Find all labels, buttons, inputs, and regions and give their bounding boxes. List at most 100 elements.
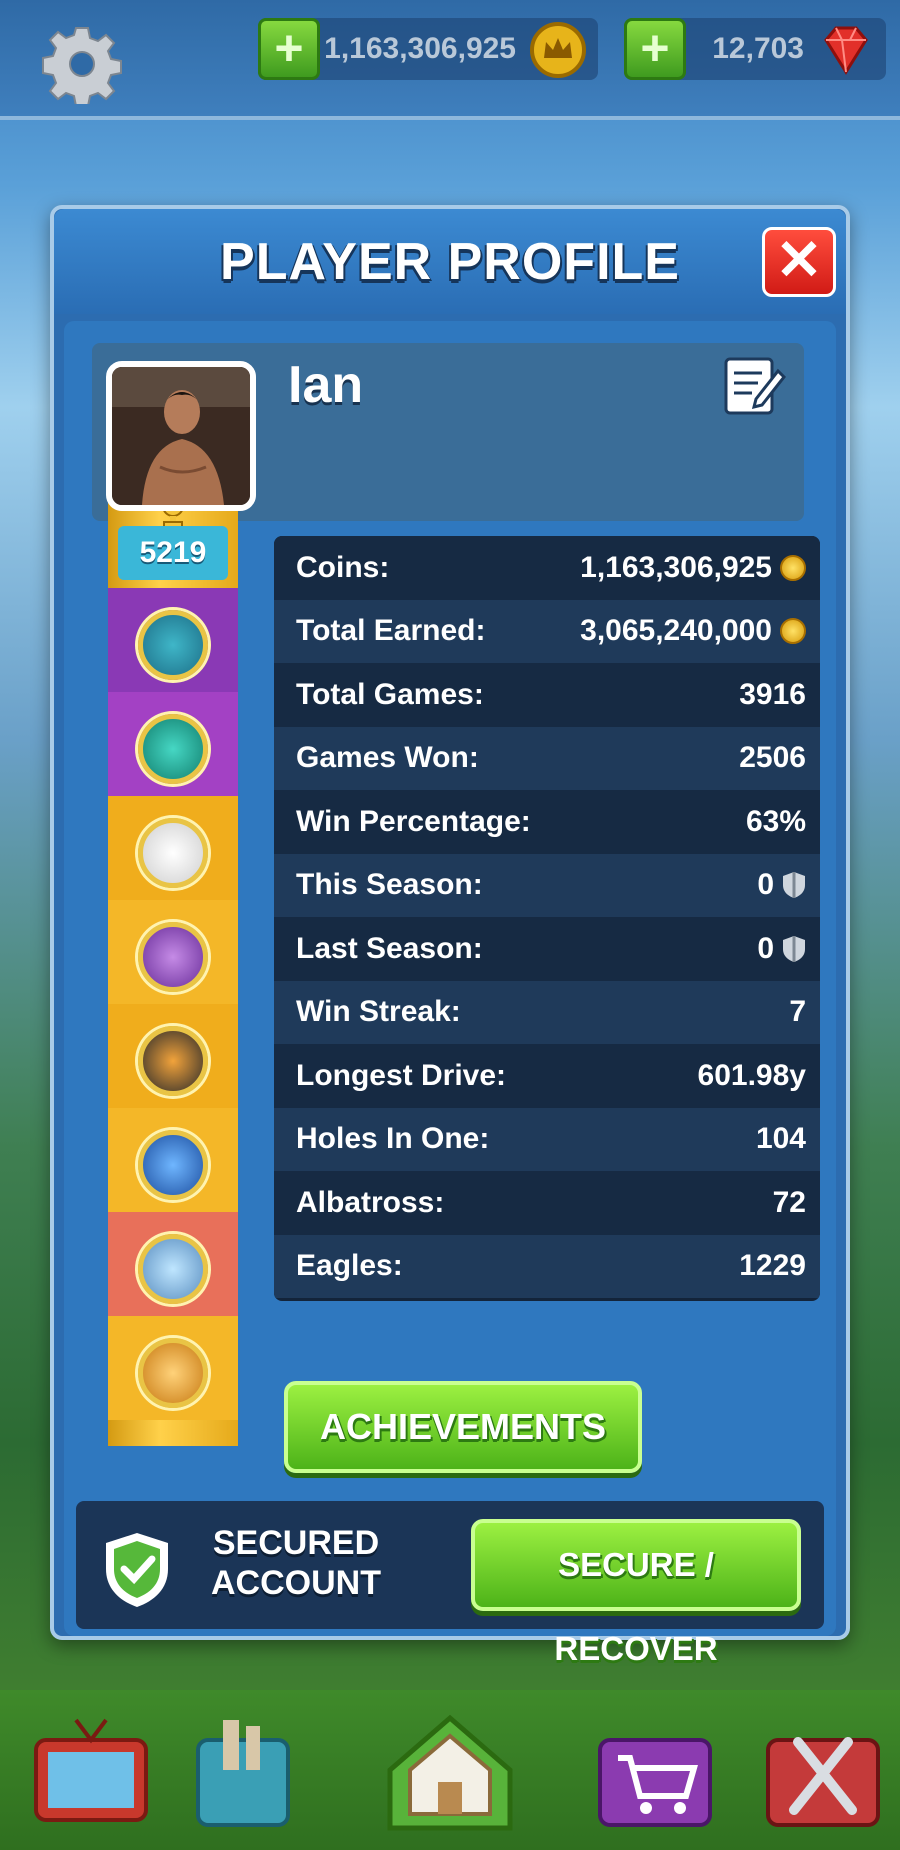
clubs-tab-icon[interactable] bbox=[758, 1710, 888, 1835]
soccer-ball-icon bbox=[138, 818, 208, 888]
crown-coin-icon bbox=[530, 22, 586, 78]
stat-value: 2506 bbox=[739, 741, 806, 775]
tier-medal-icon bbox=[138, 714, 208, 784]
stat-label: Total Earned: bbox=[296, 614, 486, 648]
gem-balance-value: 12,703 bbox=[712, 32, 804, 65]
rank-tier bbox=[108, 1108, 238, 1212]
tv-rewards-tab-icon[interactable] bbox=[26, 1710, 156, 1835]
shop-cart-tab-icon[interactable] bbox=[590, 1710, 720, 1835]
stat-value-cell: 1229 bbox=[739, 1248, 806, 1284]
stat-row: Win Streak: 7 bbox=[274, 980, 820, 1044]
stat-label: Eagles: bbox=[296, 1249, 403, 1283]
stat-value-cell: 601.98y bbox=[698, 1058, 806, 1094]
dialog-title: PLAYER PROFILE bbox=[220, 233, 680, 291]
stat-label: Win Percentage: bbox=[296, 804, 531, 838]
stat-row: Holes In One: 104 bbox=[274, 1107, 820, 1171]
secured-label-line2: ACCOUNT bbox=[211, 1564, 381, 1602]
league-shield-icon bbox=[783, 872, 805, 899]
home-tab-icon[interactable] bbox=[380, 1710, 520, 1835]
coin-balance: + 1,163,306,925 bbox=[258, 18, 598, 80]
coin-balance-value: 1,163,306,925 bbox=[324, 32, 516, 65]
stat-label: Holes In One: bbox=[296, 1122, 490, 1156]
account-security-panel: SECURED ACCOUNT SECURE / RECOVER bbox=[76, 1501, 824, 1667]
bottom-navigation bbox=[0, 1690, 900, 1850]
rank-tier bbox=[108, 1004, 238, 1108]
tier-medal-icon bbox=[138, 1338, 208, 1408]
stat-value: 1229 bbox=[739, 1249, 806, 1283]
player-name: Ian bbox=[288, 356, 364, 414]
stat-value: 7 bbox=[789, 995, 806, 1029]
stat-row: Longest Drive: 601.98y bbox=[274, 1044, 820, 1108]
stat-row: Total Earned: 3,065,240,000 bbox=[274, 599, 820, 663]
stat-value: 0 bbox=[757, 868, 774, 902]
rank-tier bbox=[108, 1316, 238, 1420]
stat-row: Total Games: 3916 bbox=[274, 663, 820, 727]
close-button[interactable]: ✕ bbox=[762, 227, 836, 297]
settings-gear-icon[interactable] bbox=[42, 24, 122, 104]
stat-row: This Season: 0 bbox=[274, 853, 820, 917]
rank-tier bbox=[108, 588, 238, 692]
stat-row: Coins: 1,163,306,925 bbox=[274, 536, 820, 600]
dialog-body: Ian 5219 Coins: 1,163,306,925 Total Earn… bbox=[64, 321, 836, 1667]
edit-profile-icon[interactable] bbox=[722, 353, 786, 417]
trophy-count: 5219 bbox=[118, 526, 228, 580]
tier-medal-icon bbox=[138, 922, 208, 992]
stat-row: Last Season: 0 bbox=[274, 917, 820, 981]
rank-tier bbox=[108, 1212, 238, 1316]
star-medal-icon bbox=[138, 1026, 208, 1096]
secured-account-label: SECURED ACCOUNT bbox=[206, 1523, 386, 1603]
player-profile-dialog: PLAYER PROFILE ✕ Ian 5219 Coins: 1,163,3… bbox=[50, 205, 850, 1667]
stat-label: Games Won: bbox=[296, 741, 479, 775]
stat-row: Win Percentage: 63% bbox=[274, 790, 820, 854]
dialog-header: PLAYER PROFILE ✕ bbox=[54, 209, 846, 314]
wings-medal-icon bbox=[138, 1234, 208, 1304]
stat-value: 3916 bbox=[739, 677, 806, 711]
gem-icon bbox=[824, 26, 868, 75]
gem-balance: + 12,703 bbox=[624, 18, 886, 80]
stat-row: Games Won: 2506 bbox=[274, 726, 820, 790]
top-bar: + 1,163,306,925 + 12,703 bbox=[0, 0, 900, 120]
rank-tier bbox=[108, 692, 238, 796]
stat-value: 63% bbox=[745, 804, 806, 838]
stat-label: This Season: bbox=[296, 868, 483, 902]
avatar-photo bbox=[112, 367, 250, 505]
coin-icon bbox=[780, 554, 806, 581]
stat-row: Eagles: 1229 bbox=[274, 1234, 820, 1298]
stat-value-cell: 0 bbox=[757, 867, 806, 903]
stat-value: 3,065,240,000 bbox=[580, 614, 772, 648]
buy-gems-button[interactable]: + bbox=[624, 18, 686, 80]
stat-value-cell: 72 bbox=[773, 1185, 806, 1221]
stat-value: 104 bbox=[755, 1122, 806, 1156]
coin-icon bbox=[780, 618, 806, 645]
tier-medal-icon bbox=[138, 610, 208, 680]
stat-row: Albatross: 72 bbox=[274, 1171, 820, 1235]
stat-label: Albatross: bbox=[296, 1185, 445, 1219]
golf-bag-tab-icon[interactable] bbox=[178, 1710, 308, 1835]
stat-label: Total Games: bbox=[296, 677, 484, 711]
stat-value-cell: 7 bbox=[789, 994, 806, 1030]
player-avatar[interactable] bbox=[106, 361, 256, 511]
league-shield-icon bbox=[783, 935, 805, 962]
stat-label: Coins: bbox=[296, 550, 390, 584]
achievements-button[interactable]: ACHIEVEMENTS bbox=[284, 1381, 642, 1473]
secure-recover-button[interactable]: SECURE / RECOVER bbox=[471, 1519, 801, 1667]
stat-label: Last Season: bbox=[296, 931, 483, 965]
trophy-road: 5219 bbox=[108, 496, 238, 1446]
stat-value-cell: 2506 bbox=[739, 740, 806, 776]
rank-tier bbox=[108, 796, 238, 900]
stat-label: Win Streak: bbox=[296, 995, 461, 1029]
buy-coins-button[interactable]: + bbox=[258, 18, 320, 80]
stat-value-cell: 104 bbox=[756, 1121, 806, 1157]
stat-value-cell: 63% bbox=[746, 804, 806, 840]
shield-check-icon bbox=[106, 1533, 168, 1607]
stat-value: 72 bbox=[772, 1185, 806, 1219]
stat-value-cell: 3,065,240,000 bbox=[580, 613, 806, 649]
stats-table[interactable]: Coins: 1,163,306,925 Total Earned: 3,065,24… bbox=[274, 536, 820, 1301]
stat-value: 1,163,306,925 bbox=[580, 550, 772, 584]
tier-medal-icon bbox=[138, 1130, 208, 1200]
stat-value-cell: 3916 bbox=[739, 677, 806, 713]
secured-label-line1: SECURED bbox=[212, 1524, 380, 1562]
stat-value-cell: 0 bbox=[757, 931, 806, 967]
stat-value-cell: 1,163,306,925 bbox=[580, 550, 806, 586]
stat-value: 601.98y bbox=[697, 1058, 806, 1092]
